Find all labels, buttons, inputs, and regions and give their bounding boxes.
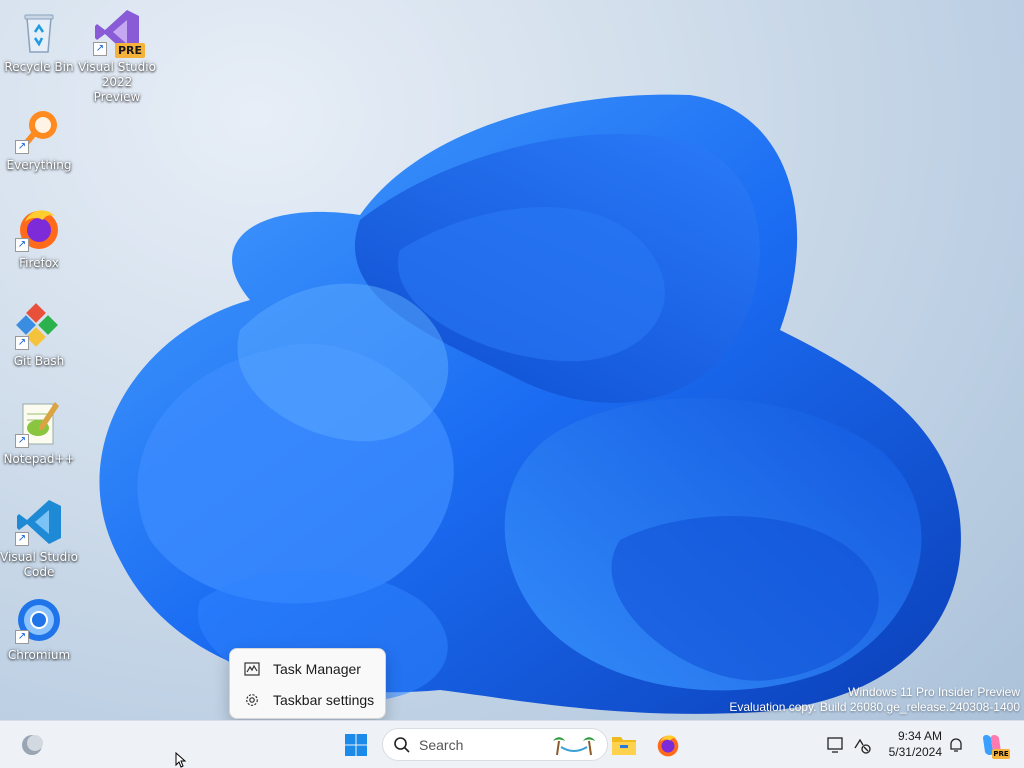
vscode-icon: ↗: [15, 498, 63, 546]
watermark-line-1: Windows 11 Pro Insider Preview: [848, 685, 1020, 699]
task-manager-icon: [244, 661, 260, 676]
everything-search-icon: ↗: [15, 106, 63, 154]
copilot-preview-badge: PRE: [992, 749, 1010, 759]
desktop-wallpaper: [99, 94, 961, 714]
bell-icon: [950, 738, 962, 752]
git-bash-icon: ↗: [15, 302, 63, 350]
shortcut-arrow-icon: ↗: [15, 434, 29, 448]
network-disconnected-icon: [854, 738, 871, 754]
shortcut-arrow-icon: ↗: [15, 140, 29, 154]
desktop-icon-label: Firefox: [19, 256, 59, 270]
windows-logo-icon: [345, 734, 367, 756]
desktop-icon-notepad-plus-plus[interactable]: ↗ Notepad++: [0, 400, 78, 467]
taskbar-clock[interactable]: 9:34 AM 5/31/2024: [880, 728, 942, 760]
menu-item-taskbar-settings[interactable]: Taskbar settings: [230, 684, 385, 715]
desktop-icon-label: Chromium: [7, 648, 71, 662]
taskbar-search-box[interactable]: Search: [382, 728, 608, 761]
chromium-icon: ↗: [15, 596, 63, 644]
notepad-plus-plus-icon: ↗: [15, 400, 63, 448]
desktop-icon-visual-studio-code[interactable]: ↗ Visual Studio Code: [0, 498, 78, 580]
search-highlight-icon: [553, 736, 595, 755]
desktop-icon-everything[interactable]: ↗ Everything: [0, 106, 78, 173]
taskbar-tray-network[interactable]: [846, 729, 878, 761]
widgets-button[interactable]: [16, 729, 48, 761]
desktop-icon-firefox[interactable]: ↗ Firefox: [0, 204, 78, 271]
menu-item-label: Task Manager: [273, 660, 361, 677]
notifications-button[interactable]: [940, 729, 972, 761]
desktop-icon-label: Visual Studio Code: [0, 550, 78, 579]
taskbar-firefox[interactable]: [652, 729, 684, 761]
shortcut-arrow-icon: ↗: [15, 238, 29, 252]
desktop-icon-label: Recycle Bin: [4, 60, 74, 74]
watermark-line-2: Evaluation copy. Build 26080.ge_release.…: [729, 700, 1020, 714]
search-placeholder: Search: [419, 736, 464, 753]
shortcut-arrow-icon: ↗: [93, 42, 107, 56]
shortcut-arrow-icon: ↗: [15, 532, 29, 546]
menu-item-task-manager[interactable]: Task Manager: [230, 653, 385, 684]
preview-badge: PRE: [115, 43, 145, 58]
desktop-icon-chromium[interactable]: ↗ Chromium: [0, 596, 78, 663]
gear-icon: [246, 693, 258, 706]
display-icon: [827, 737, 843, 753]
desktop-icon-label: Git Bash: [13, 354, 65, 368]
weather-widget-icon: [22, 735, 43, 755]
evaluation-watermark: Windows 11 Pro Insider Preview Evaluatio…: [729, 685, 1020, 715]
taskbar-file-explorer[interactable]: [608, 729, 640, 761]
bloom-shape: [99, 94, 961, 714]
firefox-icon: [657, 735, 679, 757]
clock-date: 5/31/2024: [888, 745, 942, 759]
desktop-icon-git-bash[interactable]: ↗ Git Bash: [0, 302, 78, 369]
shortcut-arrow-icon: ↗: [15, 630, 29, 644]
visual-studio-preview-icon: PRE ↗: [93, 8, 145, 58]
desktop-icon-label: Everything: [6, 158, 72, 172]
desktop-icon-label: Notepad++: [3, 452, 75, 466]
desktop-icon-visual-studio-2022-preview[interactable]: PRE ↗ Visual Studio 2022 Preview: [78, 8, 156, 105]
shortcut-arrow-icon: ↗: [15, 336, 29, 350]
desktop-icon-recycle-bin[interactable]: Recycle Bin: [0, 8, 78, 75]
search-icon: [394, 736, 410, 753]
copilot-button[interactable]: PRE: [976, 729, 1010, 761]
taskbar-context-menu: Task Manager Taskbar settings: [229, 648, 386, 719]
recycle-bin-icon: [15, 8, 63, 56]
firefox-icon: ↗: [15, 204, 63, 252]
menu-item-label: Taskbar settings: [273, 691, 375, 708]
clock-time: 9:34 AM: [897, 729, 942, 743]
mouse-cursor-icon: [175, 752, 187, 768]
start-button[interactable]: [340, 729, 372, 761]
folder-icon: [612, 737, 636, 755]
desktop-icon-label: Visual Studio 2022 Preview: [78, 60, 156, 104]
